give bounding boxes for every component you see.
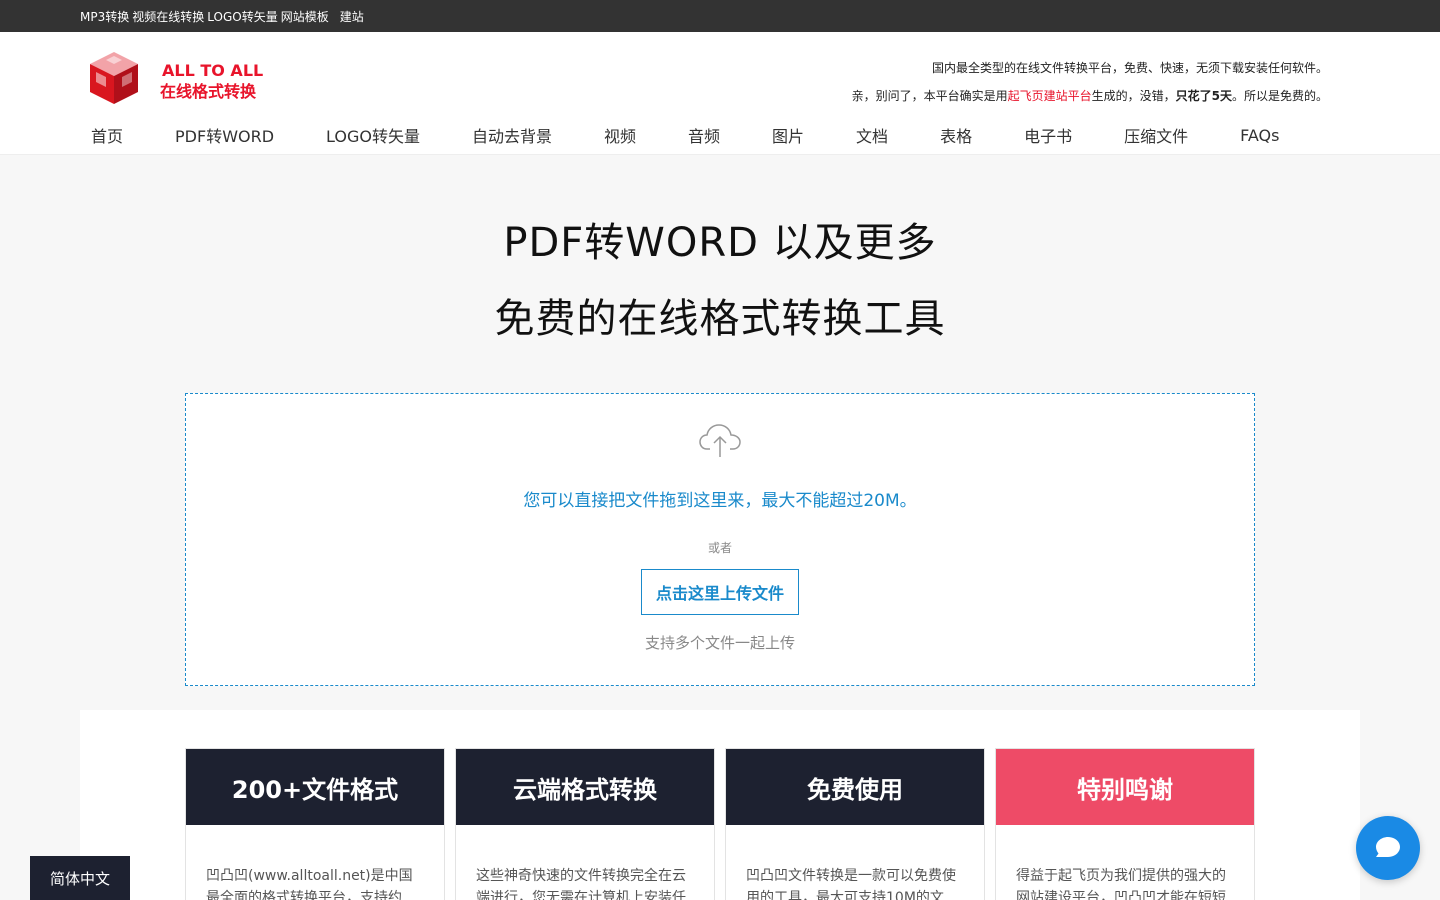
- card-title: 免费使用: [726, 749, 984, 825]
- topbar-link-mp3[interactable]: MP3转换: [80, 8, 129, 25]
- feature-card-thanks: 特别鸣谢 得益于起飞页为我们提供的强大的网站建设平台，凹凸凹才能在短短: [995, 748, 1255, 900]
- qifeiye-link[interactable]: 起飞页建站平台: [1008, 89, 1092, 103]
- nav-document[interactable]: 文档: [845, 123, 899, 147]
- tagline-bold: 只花了5天: [1175, 89, 1232, 103]
- header-tagline: 国内最全类型的在线文件转换平台，免费、快速，无须下载安装任何软件。 亲，别问了，…: [852, 54, 1328, 110]
- tagline-line1: 国内最全类型的在线文件转换平台，免费、快速，无须下载安装任何软件。: [931, 61, 1328, 75]
- topbar-link-logo[interactable]: LOGO转矢量: [207, 8, 277, 25]
- hero-section: PDF转WORD 以及更多 免费的在线格式转换工具: [0, 155, 1440, 357]
- tagline-text-a: 亲，别问了，本平台确实是用: [851, 89, 1008, 103]
- nav-spreadsheet[interactable]: 表格: [929, 123, 983, 147]
- card-title: 200+文件格式: [186, 749, 444, 825]
- upload-file-button[interactable]: 点击这里上传文件: [640, 569, 799, 615]
- tagline-line2: 亲，别问了，本平台确实是用起飞页建站平台生成的，没错，只花了5天。所以是免费的。: [852, 82, 1328, 110]
- nav-home[interactable]: 首页: [80, 123, 134, 147]
- top-bar: MP3转换 视频在线转换 LOGO转矢量 网站模板 建站: [0, 0, 1440, 32]
- feature-cards: 200+文件格式 凹凸凹(www.alltoall.net)是中国最全面的格式转…: [185, 748, 1255, 900]
- cube-logo-icon[interactable]: [88, 50, 140, 106]
- nav-remove-bg[interactable]: 自动去背景: [461, 123, 563, 147]
- card-body: 得益于起飞页为我们提供的强大的网站建设平台，凹凸凹才能在短短: [1016, 868, 1226, 900]
- card-title: 云端格式转换: [456, 749, 714, 825]
- nav-faqs[interactable]: FAQs: [1229, 126, 1290, 145]
- nav-image[interactable]: 图片: [761, 123, 815, 147]
- logo-text[interactable]: ALL TO ALL 在线格式转换: [160, 60, 263, 102]
- nav-video[interactable]: 视频: [593, 123, 647, 147]
- nav-logo-vector[interactable]: LOGO转矢量: [315, 123, 431, 147]
- drop-instruction: 您可以直接把文件拖到这里来，最大不能超过20M。: [523, 491, 917, 511]
- tagline-text-b: 生成的，没错，: [1091, 89, 1176, 103]
- nav-ebook[interactable]: 电子书: [1013, 123, 1083, 147]
- hero-title-line1: PDF转WORD 以及更多: [503, 220, 937, 266]
- chat-button[interactable]: [1356, 816, 1420, 880]
- card-body: 凹凸凹文件转换是一款可以免费使用的工具，最大可支持10M的文: [746, 868, 956, 900]
- language-selector[interactable]: 简体中文: [30, 856, 130, 900]
- site-header: ALL TO ALL 在线格式转换 国内最全类型的在线文件转换平台，免费、快速，…: [0, 32, 1440, 155]
- hero-title-line2: 免费的在线格式转换工具: [494, 296, 946, 342]
- features-section: 200+文件格式 凹凸凹(www.alltoall.net)是中国最全面的格式转…: [80, 710, 1360, 900]
- main-nav: 首页 PDF转WORD LOGO转矢量 自动去背景 视频 音频 图片 文档 表格…: [80, 120, 1320, 150]
- topbar-link-build[interactable]: 建站: [340, 8, 364, 25]
- card-title: 特别鸣谢: [996, 749, 1254, 825]
- logo-line1: ALL TO ALL: [162, 61, 264, 80]
- topbar-link-video[interactable]: 视频在线转换: [132, 8, 204, 25]
- card-body: 凹凸凹(www.alltoall.net)是中国最全面的格式转换平台，支持约20…: [206, 868, 413, 900]
- nav-audio[interactable]: 音频: [677, 123, 731, 147]
- logo-line2: 在线格式转换: [160, 82, 257, 101]
- feature-card-formats: 200+文件格式 凹凸凹(www.alltoall.net)是中国最全面的格式转…: [185, 748, 445, 900]
- chat-bubble-icon: [1376, 837, 1400, 857]
- nav-archive[interactable]: 压缩文件: [1113, 123, 1199, 147]
- tagline-text-c: 。所以是免费的。: [1231, 89, 1328, 103]
- topbar-link-templates[interactable]: 网站模板: [281, 8, 329, 25]
- cloud-upload-icon: [698, 422, 742, 462]
- nav-pdf-to-word[interactable]: PDF转WORD: [164, 123, 285, 147]
- card-body: 这些神奇快速的文件转换完全在云端进行，您无需在计算机上安装任: [476, 868, 686, 900]
- or-separator: 或者: [707, 541, 732, 555]
- feature-card-cloud: 云端格式转换 这些神奇快速的文件转换完全在云端进行，您无需在计算机上安装任: [455, 748, 715, 900]
- multi-upload-note: 支持多个文件一起上传: [644, 634, 795, 652]
- feature-card-free: 免费使用 凹凸凹文件转换是一款可以免费使用的工具，最大可支持10M的文: [725, 748, 985, 900]
- file-dropzone[interactable]: 您可以直接把文件拖到这里来，最大不能超过20M。 或者 点击这里上传文件 支持多…: [185, 393, 1255, 686]
